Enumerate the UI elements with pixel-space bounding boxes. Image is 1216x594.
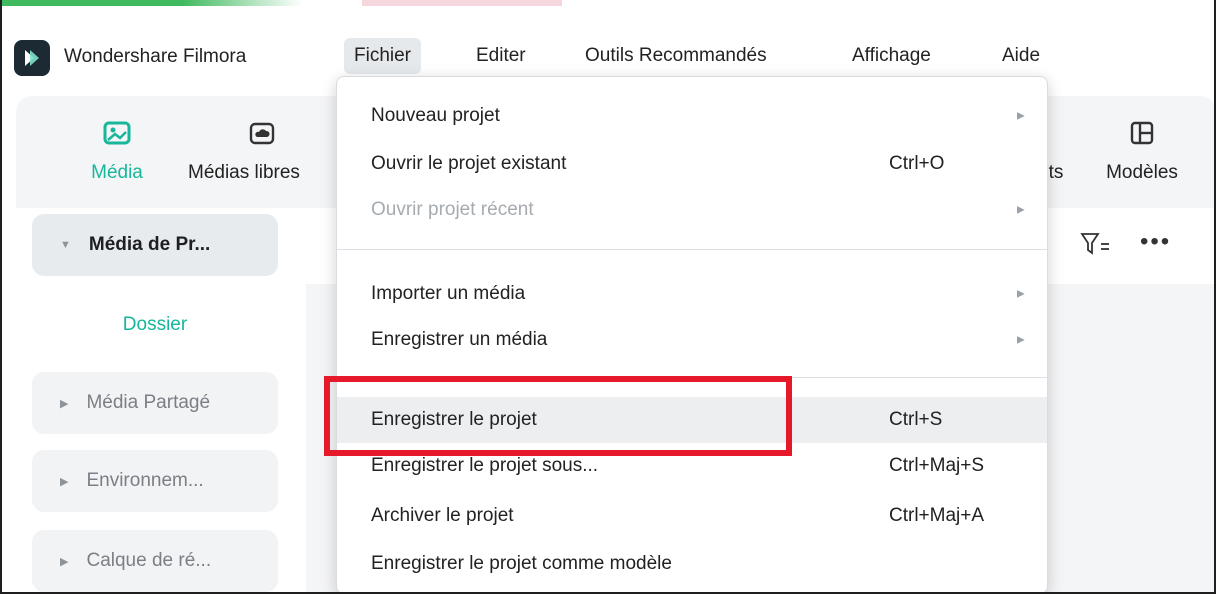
- app-window: Wondershare Filmora Fichier Editer Outil…: [0, 0, 1216, 594]
- menu-item-shortcut: Ctrl+Maj+A: [889, 505, 985, 526]
- tab-media-label: Média: [91, 162, 143, 183]
- menu-item-open-project[interactable]: Ouvrir le projet existant Ctrl+O: [337, 141, 1047, 187]
- file-menu-dropdown: Nouveau projet ▶ Ouvrir le projet exista…: [336, 76, 1048, 592]
- filter-icon[interactable]: [1080, 232, 1110, 256]
- menu-item-save-as-template[interactable]: Enregistrer le projet comme modèle: [337, 541, 1047, 587]
- tab-free-media[interactable]: Médias libres: [182, 96, 342, 208]
- sidebar-item-label: Média Partagé: [86, 392, 211, 413]
- menu-item-label: Enregistrer le projet sous...: [371, 455, 599, 476]
- sidebar-folder[interactable]: Dossier: [32, 314, 278, 336]
- menu-item-label: Ouvrir le projet existant: [371, 153, 567, 174]
- menu-item-import-media[interactable]: Importer un média ▶: [337, 271, 1047, 317]
- menu-affichage[interactable]: Affichage: [842, 38, 941, 74]
- cloud-folder-icon: [247, 118, 277, 148]
- chevron-down-icon: ▼: [60, 239, 71, 251]
- menu-item-shortcut: Ctrl+Maj+S: [889, 455, 985, 476]
- sidebar-item-shared-media[interactable]: ▶ Média Partagé: [32, 372, 278, 434]
- menu-separator: [337, 249, 1047, 250]
- submenu-arrow-icon: ▶: [1017, 288, 1025, 300]
- submenu-arrow-icon: ▶: [1017, 334, 1025, 346]
- menu-item-shortcut: Ctrl+S: [889, 409, 943, 430]
- menu-item-label: Importer un média: [371, 283, 526, 304]
- filmora-logo-icon: [14, 40, 50, 76]
- tab-media[interactable]: Média: [72, 96, 162, 208]
- menu-item-record-media[interactable]: Enregistrer un média ▶: [337, 317, 1047, 363]
- app-title: Wondershare Filmora: [64, 46, 247, 67]
- menu-item-shortcut: Ctrl+O: [889, 153, 945, 174]
- sidebar-item-label: Environnem...: [86, 470, 204, 491]
- menu-item-new-project[interactable]: Nouveau projet ▶: [337, 93, 1047, 139]
- tab-templates[interactable]: Modèles: [1092, 96, 1192, 208]
- menu-item-open-recent[interactable]: Ouvrir projet récent ▶: [337, 187, 1047, 233]
- menu-item-label: Archiver le projet: [371, 505, 514, 526]
- templates-icon: [1127, 118, 1157, 148]
- menu-editer[interactable]: Editer: [466, 38, 536, 74]
- sidebar-item-environment[interactable]: ▶ Environnem...: [32, 450, 278, 512]
- sidebar-item-label: Média de Pr...: [88, 234, 211, 255]
- menu-item-label: Enregistrer le projet comme modèle: [371, 553, 672, 574]
- submenu-arrow-icon: ▶: [1017, 204, 1025, 216]
- tab-templates-label: Modèles: [1106, 162, 1178, 183]
- chevron-right-icon: ▶: [60, 475, 69, 488]
- chevron-right-icon: ▶: [60, 555, 69, 568]
- tab-free-media-label: Médias libres: [188, 162, 300, 183]
- sidebar-item-adjustment-layer[interactable]: ▶ Calque de ré...: [32, 530, 278, 592]
- highlight-annotation-box: [324, 376, 792, 456]
- menu-outils-recommandes[interactable]: Outils Recommandés: [575, 38, 777, 74]
- menu-aide[interactable]: Aide: [992, 38, 1050, 74]
- menu-item-label: Ouvrir projet récent: [371, 199, 534, 220]
- top-strip: [2, 0, 1214, 8]
- submenu-arrow-icon: ▶: [1017, 110, 1025, 122]
- menu-fichier[interactable]: Fichier: [344, 38, 422, 74]
- media-icon: [102, 118, 132, 148]
- sidebar-item-label: Calque de ré...: [86, 550, 212, 571]
- sidebar-item-project-media[interactable]: ▼ Média de Pr...: [32, 214, 278, 276]
- media-sidebar: ▼ Média de Pr... Dossier ▶ Média Partagé…: [16, 208, 306, 592]
- menu-item-label: Enregistrer un média: [371, 329, 548, 350]
- menu-item-archive-project[interactable]: Archiver le projet Ctrl+Maj+A: [337, 493, 1047, 539]
- chevron-right-icon: ▶: [60, 397, 69, 410]
- menu-item-label: Nouveau projet: [371, 105, 500, 126]
- more-options-icon[interactable]: •••: [1140, 228, 1171, 256]
